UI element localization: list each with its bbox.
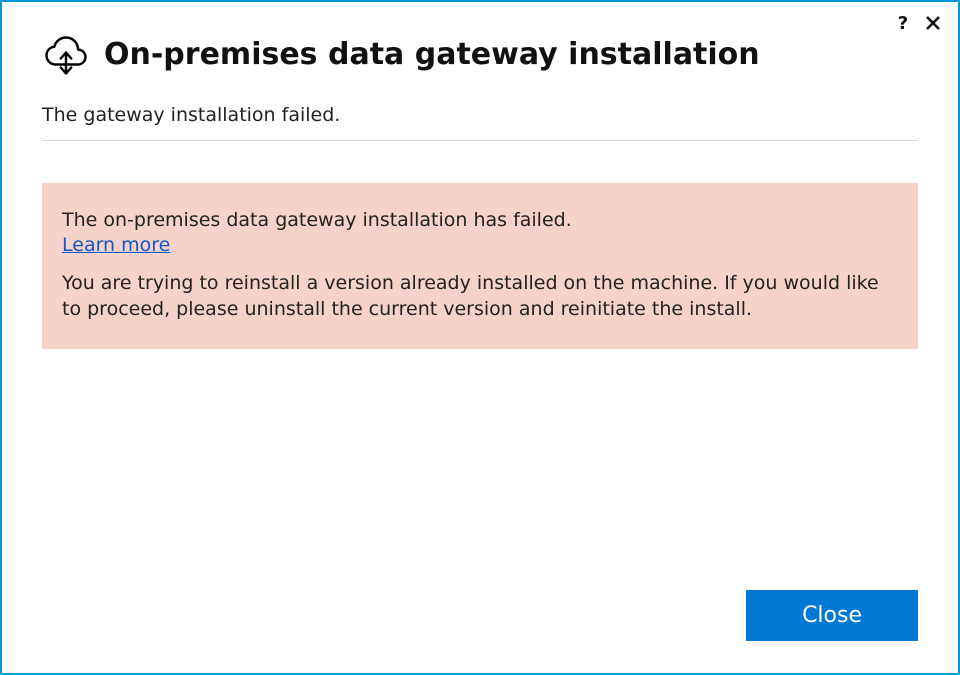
help-button[interactable]: ? [892, 12, 914, 34]
installer-window: ? On-premises data gateway installation … [0, 0, 960, 675]
footer: Close [2, 590, 958, 673]
help-icon: ? [898, 13, 908, 34]
titlebar-controls: ? [892, 12, 944, 34]
close-icon [925, 15, 941, 31]
learn-more-link[interactable]: Learn more [62, 234, 170, 256]
page-title: On-premises data gateway installation [104, 37, 760, 72]
cloud-gateway-icon [42, 30, 90, 78]
error-panel: The on-premises data gateway installatio… [42, 183, 918, 349]
content-area: The gateway installation failed. The on-… [2, 96, 958, 590]
window-close-button[interactable] [922, 12, 944, 34]
error-summary: The on-premises data gateway installatio… [62, 207, 898, 234]
header: On-premises data gateway installation [2, 2, 958, 96]
status-message: The gateway installation failed. [42, 96, 918, 141]
error-detail: You are trying to reinstall a version al… [62, 270, 898, 323]
close-button[interactable]: Close [746, 590, 918, 641]
